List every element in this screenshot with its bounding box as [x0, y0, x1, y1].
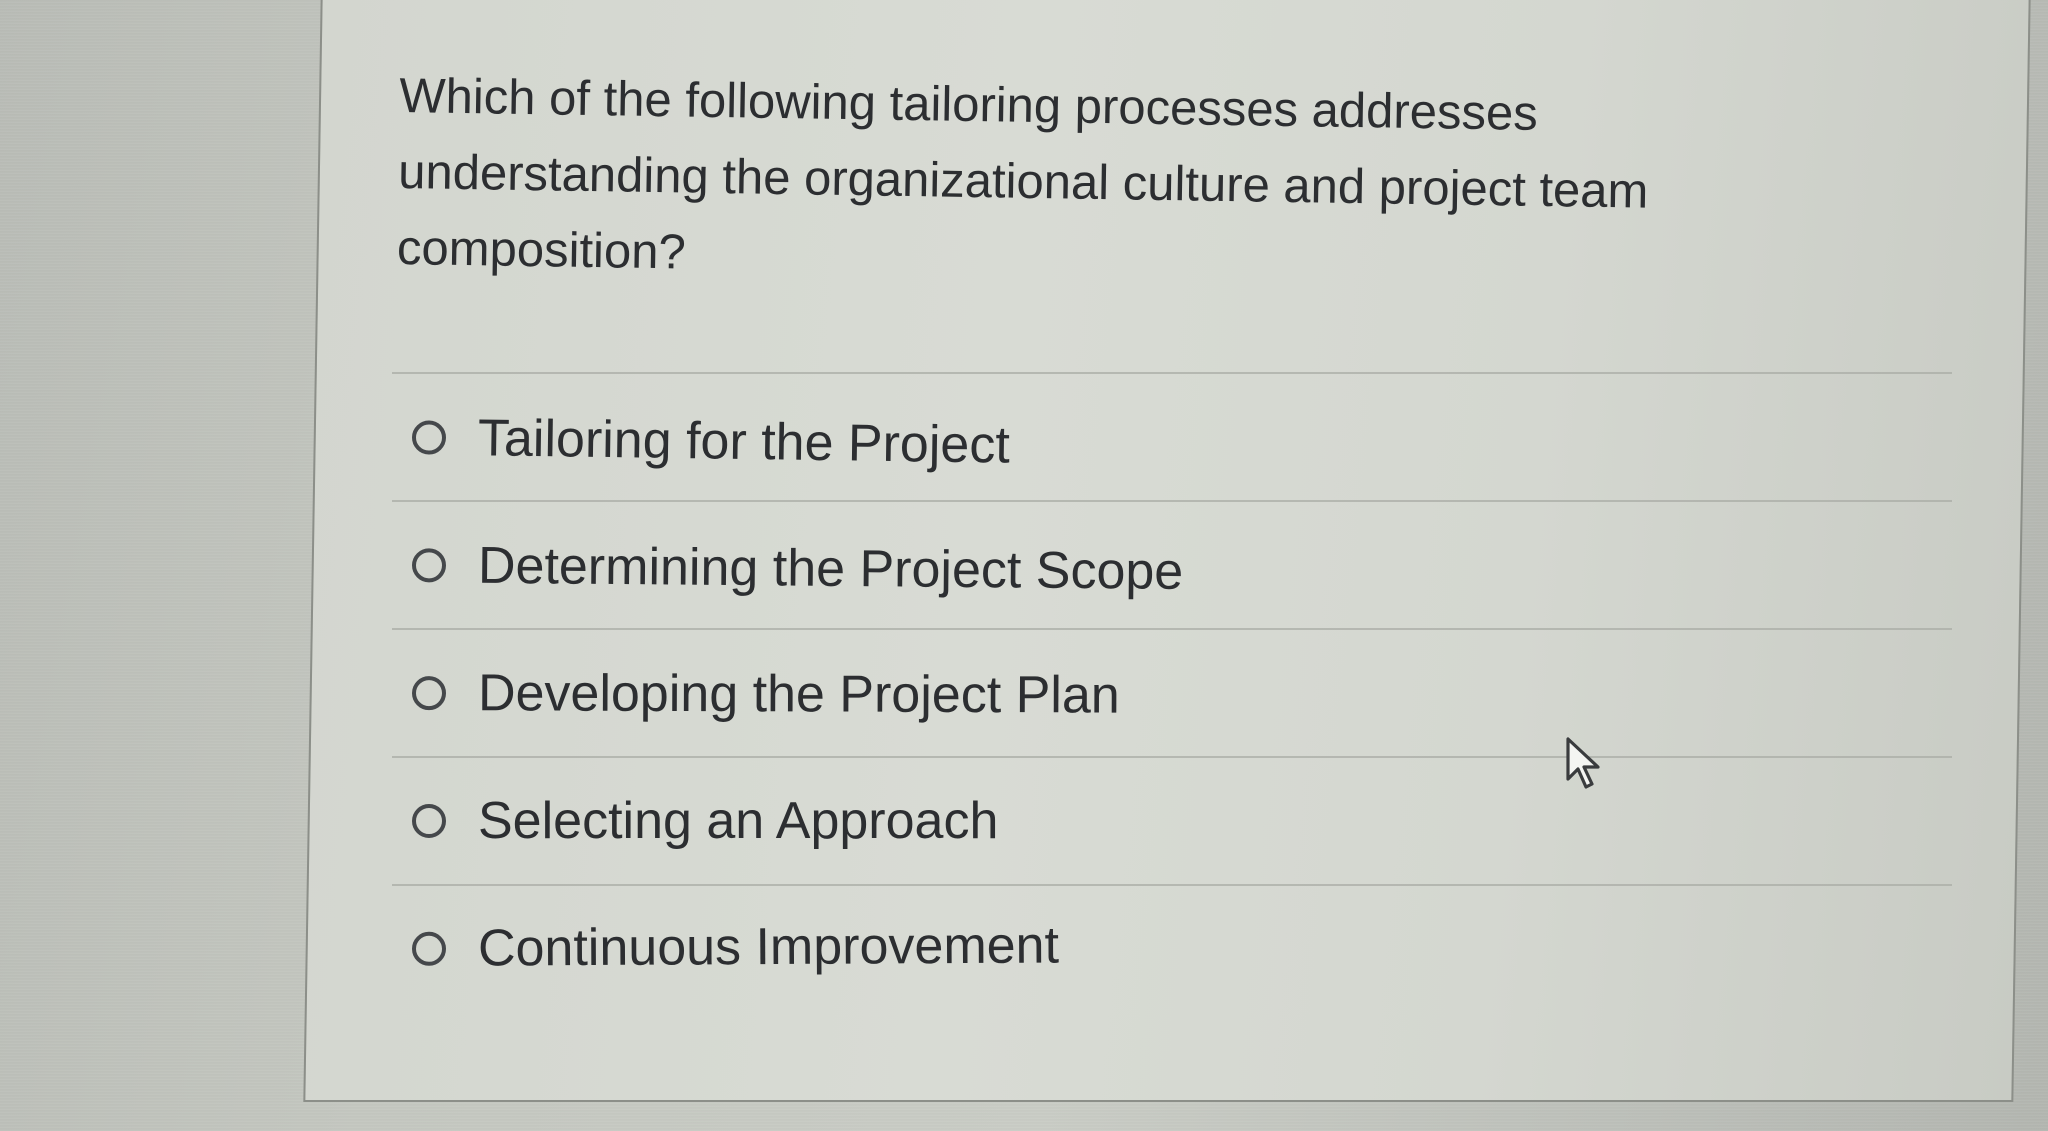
radio-button-icon[interactable]: [412, 804, 446, 838]
answer-options: Tailoring for the Project Determining th…: [392, 372, 1952, 1012]
option-label: Continuous Improvement: [477, 916, 1060, 978]
option-label: Tailoring for the Project: [477, 409, 1011, 475]
radio-button-icon[interactable]: [411, 548, 447, 583]
option-divider: [392, 500, 1952, 502]
option-divider: [392, 756, 1952, 758]
option-label: Determining the Project Scope: [477, 536, 1184, 601]
answer-option-2[interactable]: Determining the Project Scope: [391, 502, 1952, 642]
option-label: Developing the Project Plan: [477, 664, 1120, 725]
answer-option-3[interactable]: Developing the Project Plan: [392, 630, 1952, 761]
answer-option-4[interactable]: Selecting an Approach: [392, 758, 1952, 884]
radio-button-icon[interactable]: [411, 676, 447, 711]
option-label: Selecting an Approach: [478, 792, 999, 850]
option-divider: [392, 372, 1952, 374]
mouse-pointer-icon: [1566, 737, 1600, 789]
question-text: Which of the following tailoring process…: [396, 68, 1649, 280]
radio-button-icon[interactable]: [411, 420, 447, 455]
answer-option-5[interactable]: Continuous Improvement: [392, 878, 1953, 1012]
radio-button-icon[interactable]: [411, 931, 447, 966]
option-divider: [392, 628, 1952, 630]
